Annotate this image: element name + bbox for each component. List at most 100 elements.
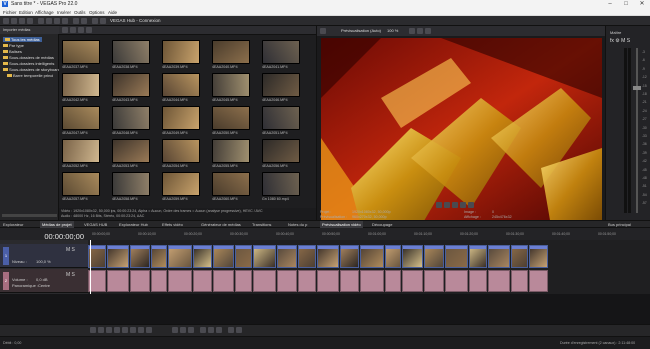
- menu-options[interactable]: Options: [89, 9, 105, 16]
- media-thumbnail[interactable]: [112, 139, 150, 163]
- media-thumbnail[interactable]: [162, 172, 200, 196]
- tree-item-all-media[interactable]: Tous les médias: [3, 37, 42, 42]
- snapshot-icon[interactable]: [417, 28, 423, 34]
- view-icon[interactable]: [62, 27, 68, 33]
- sort-icon[interactable]: [70, 27, 76, 33]
- go-start-icon[interactable]: [138, 327, 144, 333]
- tab-transitions[interactable]: Transitions: [252, 221, 271, 228]
- video-clip[interactable]: [130, 245, 150, 268]
- redo-icon[interactable]: [81, 18, 87, 24]
- master-fader[interactable]: [633, 86, 641, 90]
- undo-icon[interactable]: [73, 18, 79, 24]
- tag-icon[interactable]: [86, 27, 92, 33]
- media-thumbnail[interactable]: [212, 106, 250, 130]
- media-thumbnail[interactable]: [162, 73, 200, 97]
- copy-icon[interactable]: [46, 18, 52, 24]
- audio-clip[interactable]: [253, 270, 276, 292]
- delete-icon[interactable]: [62, 18, 68, 24]
- media-thumbnail[interactable]: [62, 40, 100, 64]
- video-clip[interactable]: [488, 245, 510, 268]
- loop-icon[interactable]: [98, 327, 104, 333]
- fx-icon[interactable]: fx ⚙ M S: [610, 38, 630, 44]
- tree-item-smart-bins[interactable]: Sous-dossiers intelligents: [3, 61, 54, 66]
- play-icon[interactable]: [114, 327, 120, 333]
- video-clip[interactable]: [193, 245, 212, 268]
- tab-trimmer[interactable]: Découpage: [372, 221, 392, 228]
- video-clip[interactable]: [529, 245, 548, 268]
- preview-pause-icon[interactable]: [452, 202, 458, 208]
- tree-item-main-timeline[interactable]: Barre temporelle princi: [7, 73, 53, 78]
- media-thumbnail[interactable]: [62, 139, 100, 163]
- media-thumbnail[interactable]: [262, 106, 300, 130]
- audio-clip[interactable]: [277, 270, 297, 292]
- close-icon[interactable]: ✕: [634, 0, 650, 9]
- audio-clip[interactable]: [298, 270, 316, 292]
- playhead[interactable]: [90, 240, 91, 294]
- tab-project-notes[interactable]: Notes du p: [288, 221, 307, 228]
- tab-explorateur[interactable]: Explorateur: [3, 221, 23, 228]
- media-thumbnail[interactable]: [262, 73, 300, 97]
- video-clip[interactable]: [168, 245, 192, 268]
- audio-clip[interactable]: [511, 270, 528, 292]
- media-thumbnail[interactable]: [262, 139, 300, 163]
- paste-icon[interactable]: [54, 18, 60, 24]
- audio-clip[interactable]: [193, 270, 212, 292]
- audio-clip[interactable]: [402, 270, 423, 292]
- menu-outils[interactable]: Outils: [74, 9, 86, 16]
- audio-mute-solo-icon[interactable]: M S: [66, 272, 75, 278]
- go-end-icon[interactable]: [146, 327, 152, 333]
- media-thumbnail[interactable]: [112, 106, 150, 130]
- tab-video-fx[interactable]: Effets vidéo: [162, 221, 183, 228]
- overlays-icon[interactable]: [409, 28, 415, 34]
- preview-zoom-select[interactable]: 100 %: [387, 28, 398, 33]
- audio-clip[interactable]: [151, 270, 167, 292]
- media-thumbnail[interactable]: [162, 139, 200, 163]
- tab-master-bus[interactable]: Bus principal: [608, 221, 631, 228]
- audio-clip[interactable]: [360, 270, 384, 292]
- tab-vegas-hub[interactable]: VEGAS HUB: [84, 221, 107, 228]
- media-thumbnail[interactable]: [162, 106, 200, 130]
- tree-item-tags[interactable]: Balises: [3, 49, 22, 54]
- media-thumbnail[interactable]: [62, 172, 100, 196]
- save-icon[interactable]: [19, 18, 25, 24]
- audio-track-header[interactable]: 2 Volume : 0,0 dB Panoramique : Centre M…: [0, 269, 88, 293]
- copy-snapshot-icon[interactable]: [425, 28, 431, 34]
- trim-icon[interactable]: [208, 327, 214, 333]
- audio-clip[interactable]: [213, 270, 234, 292]
- tree-item-media-bins[interactable]: Sous-dossiers de médias: [3, 55, 54, 60]
- preview-settings-icon[interactable]: [320, 28, 326, 34]
- audio-clip[interactable]: [317, 270, 339, 292]
- hub-connection-link[interactable]: VEGAS Hub - Connexion: [110, 18, 161, 23]
- explorer-scrollbar[interactable]: [2, 214, 57, 217]
- media-thumbnail[interactable]: [112, 172, 150, 196]
- split-icon[interactable]: [200, 327, 206, 333]
- media-thumbnail[interactable]: [212, 40, 250, 64]
- video-clip[interactable]: [235, 245, 252, 268]
- video-clip[interactable]: [317, 245, 339, 268]
- video-clip[interactable]: [213, 245, 234, 268]
- filter-icon[interactable]: [78, 27, 84, 33]
- video-clip[interactable]: [385, 245, 401, 268]
- audio-clip[interactable]: [469, 270, 487, 292]
- audio-clip[interactable]: [424, 270, 444, 292]
- menu-aide[interactable]: Aide: [108, 9, 117, 16]
- video-clip[interactable]: [277, 245, 297, 268]
- video-clip[interactable]: [469, 245, 487, 268]
- video-clip[interactable]: [340, 245, 359, 268]
- envelope-tool-icon[interactable]: [180, 327, 186, 333]
- settings-icon[interactable]: [100, 18, 106, 24]
- record-icon[interactable]: [90, 327, 96, 333]
- tab-media-generators[interactable]: Générateur de médias: [201, 221, 241, 228]
- audio-clip[interactable]: [340, 270, 359, 292]
- video-track-header[interactable]: 1 Niveau : 100,0 % M S: [0, 244, 88, 268]
- pause-icon[interactable]: [122, 327, 128, 333]
- media-thumbnail[interactable]: [62, 106, 100, 130]
- tab-hub-explorer[interactable]: Explorateur Hub: [119, 221, 148, 228]
- audio-clip[interactable]: [107, 270, 129, 292]
- audio-clip[interactable]: [130, 270, 150, 292]
- video-clip[interactable]: [511, 245, 528, 268]
- marker-icon[interactable]: [216, 327, 222, 333]
- open-icon[interactable]: [11, 18, 17, 24]
- video-clip[interactable]: [107, 245, 129, 268]
- preview-stop-icon[interactable]: [460, 202, 466, 208]
